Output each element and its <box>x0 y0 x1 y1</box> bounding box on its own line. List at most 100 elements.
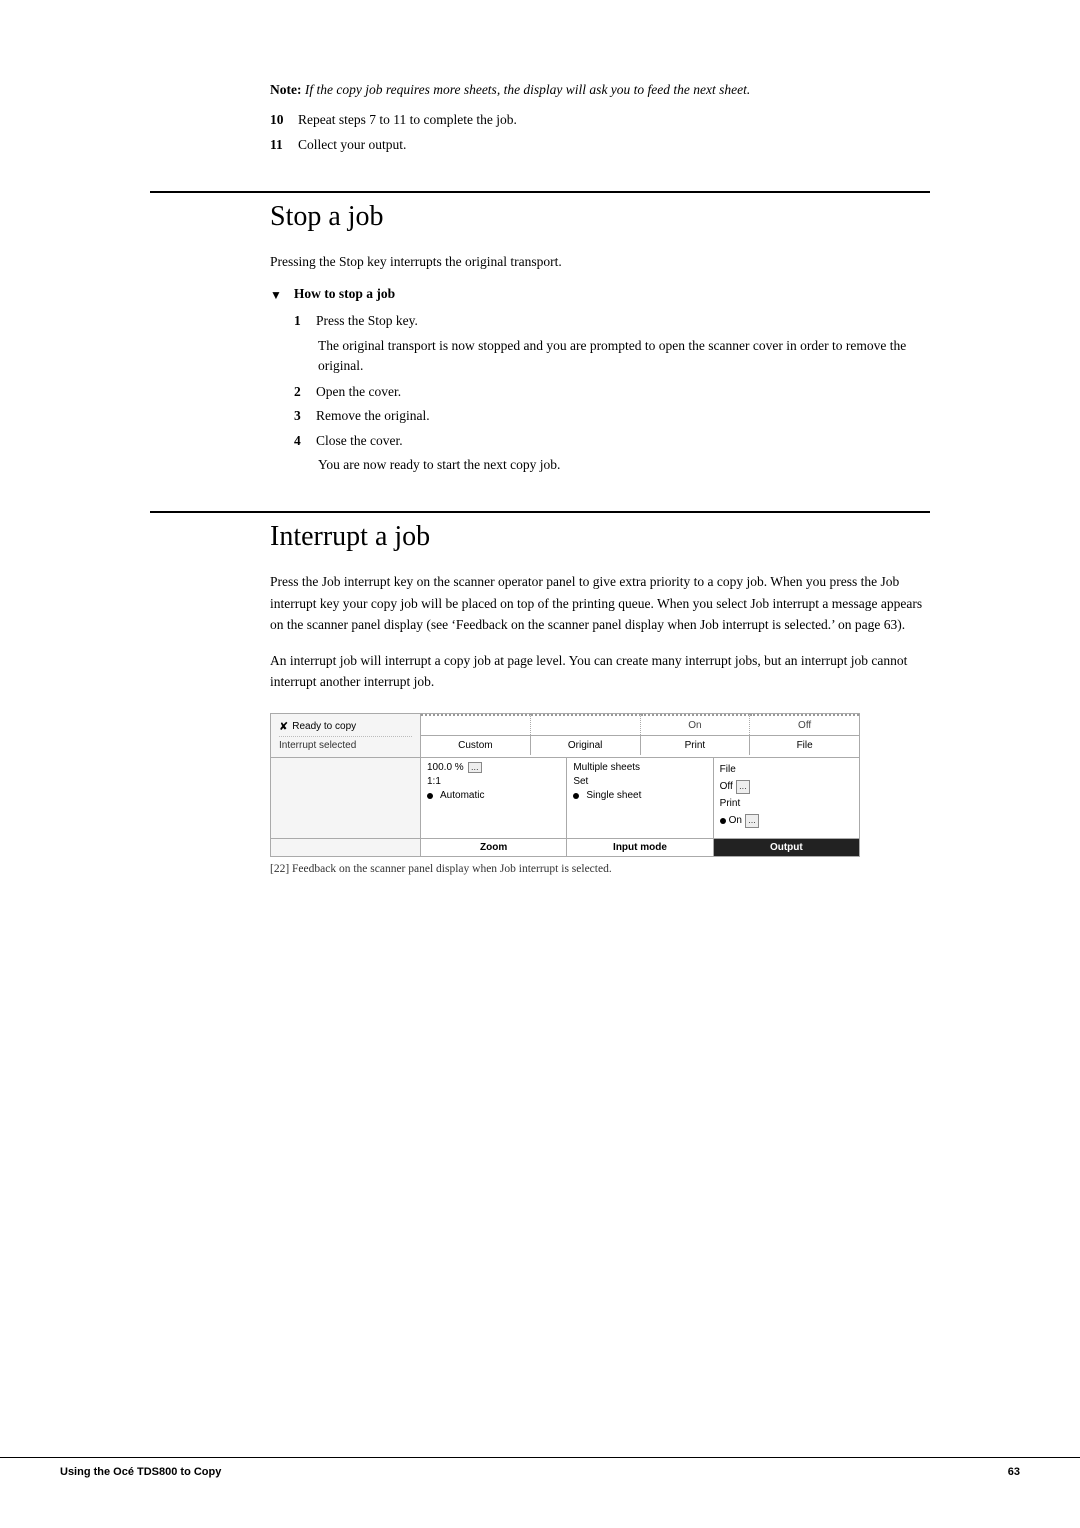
diagram-bottom: 100.0 % … 1:1 Automatic <box>271 758 859 838</box>
stop-step-1-sub: The original transport is now stopped an… <box>318 336 930 377</box>
stop-step-2-num: 2 <box>294 382 316 402</box>
diagram-top: ✘ Ready to copy Interrupt selected On <box>271 714 859 758</box>
tabs-top-row: On Off <box>421 714 859 736</box>
output-on-adj[interactable]: … <box>745 814 759 828</box>
stop-step-3-text: Remove the original. <box>316 406 430 426</box>
step-11-num: 11 <box>270 135 298 155</box>
diagram-sections: 100.0 % … 1:1 Automatic <box>421 758 859 838</box>
output-item-print: Print <box>720 796 853 811</box>
input-val-3: Single sheet <box>586 790 641 801</box>
diagram-left-panel: ✘ Ready to copy Interrupt selected <box>271 714 421 757</box>
footer-left-blank <box>271 839 421 856</box>
output-list: File Off … Print On <box>720 762 853 828</box>
stop-intro: Pressing the Stop key interrupts the ori… <box>270 251 930 273</box>
page: Note: If the copy job requires more shee… <box>0 0 1080 1528</box>
diagram-bottom-left <box>271 758 421 838</box>
footer-zoom: Zoom <box>421 839 567 856</box>
stop-title: Stop a job <box>270 201 930 233</box>
stop-step-4: 4 Close the cover. <box>294 431 930 451</box>
stop-steps-list: 1 Press the Stop key. The original trans… <box>294 311 930 475</box>
tab-print[interactable]: Print <box>641 736 751 755</box>
note-block: Note: If the copy job requires more shee… <box>270 80 930 100</box>
tab-print-top-val: On <box>688 720 701 731</box>
note-label: Note: <box>270 82 301 97</box>
tab-file[interactable]: File <box>750 736 859 755</box>
stop-step-2: 2 Open the cover. <box>294 382 930 402</box>
stop-step-2-text: Open the cover. <box>316 382 401 402</box>
output-item-file: File <box>720 762 853 777</box>
interrupt-title: Interrupt a job <box>270 521 930 553</box>
tab-top-custom <box>421 714 531 735</box>
triangle-icon: ▼ <box>270 288 282 303</box>
output-print-val: Print <box>720 796 741 811</box>
scanner-diagram: ✘ Ready to copy Interrupt selected On <box>270 713 860 857</box>
ready-line: ✘ Ready to copy <box>279 720 412 733</box>
stop-step-4-text: Close the cover. <box>316 431 403 451</box>
diagram-caption: [22] Feedback on the scanner panel displ… <box>270 863 930 875</box>
zoom-dot <box>427 793 433 799</box>
input-row-1: Multiple sheets <box>573 762 706 773</box>
zoom-row-1: 100.0 % … <box>427 762 560 773</box>
step-11: 11 Collect your output. <box>270 135 930 155</box>
tab-top-print: On <box>641 714 751 735</box>
tab-file-top-val: Off <box>798 720 811 731</box>
output-item-off: Off … <box>720 779 853 794</box>
stop-section-heading: Stop a job <box>150 191 930 233</box>
zoom-row-2: 1:1 <box>427 776 560 787</box>
step-11-text: Collect your output. <box>298 135 406 155</box>
tab-top-file: Off <box>750 714 859 735</box>
tab-original[interactable]: Original <box>531 736 641 755</box>
interrupt-line: Interrupt selected <box>279 736 412 751</box>
page-number: 63 <box>1008 1466 1020 1478</box>
output-item-on: On … <box>720 813 853 828</box>
tab-custom[interactable]: Custom <box>421 736 531 755</box>
stop-step-3-num: 3 <box>294 406 316 426</box>
input-row-2: Set <box>573 776 706 787</box>
step-10-text: Repeat steps 7 to 11 to complete the job… <box>298 110 517 130</box>
footer-title: Using the Océ TDS800 to Copy <box>60 1466 221 1478</box>
diagram-tabs: On Off Custom Original Print File <box>421 714 859 757</box>
input-section: Multiple sheets Set Single sheet <box>567 758 713 838</box>
zoom-section: 100.0 % … 1:1 Automatic <box>421 758 567 838</box>
zoom-val-3: Automatic <box>440 790 484 801</box>
tabs-label-row: Custom Original Print File <box>421 736 859 755</box>
stop-step-1: 1 Press the Stop key. <box>294 311 930 331</box>
zoom-val-1: 100.0 % <box>427 762 464 773</box>
zoom-row-3: Automatic <box>427 790 560 801</box>
footer-input: Input mode <box>567 839 713 856</box>
note-text: Note: If the copy job requires more shee… <box>270 80 930 100</box>
output-dot <box>720 818 726 824</box>
printer-icon: ✘ <box>279 720 288 733</box>
zoom-adj-1[interactable]: … <box>468 762 482 773</box>
output-on-val: On <box>729 813 742 828</box>
input-val-1: Multiple sheets <box>573 762 640 773</box>
tab-top-original <box>531 714 641 735</box>
page-footer: Using the Océ TDS800 to Copy 63 <box>0 1457 1080 1478</box>
ready-label: Ready to copy <box>292 721 356 732</box>
stop-step-1-text: Press the Stop key. <box>316 311 418 331</box>
subsection-label: How to stop a job <box>294 286 395 302</box>
triangle-label: ▼ How to stop a job <box>270 286 930 303</box>
zoom-val-2: 1:1 <box>427 776 441 787</box>
output-off-val: Off <box>720 779 733 794</box>
interrupt-para1: Press the Job interrupt key on the scann… <box>270 571 930 636</box>
top-steps-list: 10 Repeat steps 7 to 11 to complete the … <box>270 110 930 155</box>
stop-step-4-num: 4 <box>294 431 316 451</box>
input-dot <box>573 793 579 799</box>
output-adj[interactable]: … <box>736 780 750 794</box>
interrupt-para2: An interrupt job will interrupt a copy j… <box>270 650 930 693</box>
output-file-val: File <box>720 762 736 777</box>
section-footer: Zoom Input mode Output <box>271 838 859 856</box>
input-row-3: Single sheet <box>573 790 706 801</box>
interrupt-section-heading: Interrupt a job <box>150 511 930 553</box>
step-10-num: 10 <box>270 110 298 130</box>
output-section: File Off … Print On <box>714 758 859 838</box>
how-to-stop-section: ▼ How to stop a job 1 Press the Stop key… <box>270 286 930 475</box>
input-val-2: Set <box>573 776 588 787</box>
note-body: If the copy job requires more sheets, th… <box>305 82 750 97</box>
stop-step-1-num: 1 <box>294 311 316 331</box>
stop-step-3: 3 Remove the original. <box>294 406 930 426</box>
footer-output: Output <box>714 839 859 856</box>
stop-step-4-sub: You are now ready to start the next copy… <box>318 455 930 475</box>
step-10: 10 Repeat steps 7 to 11 to complete the … <box>270 110 930 130</box>
